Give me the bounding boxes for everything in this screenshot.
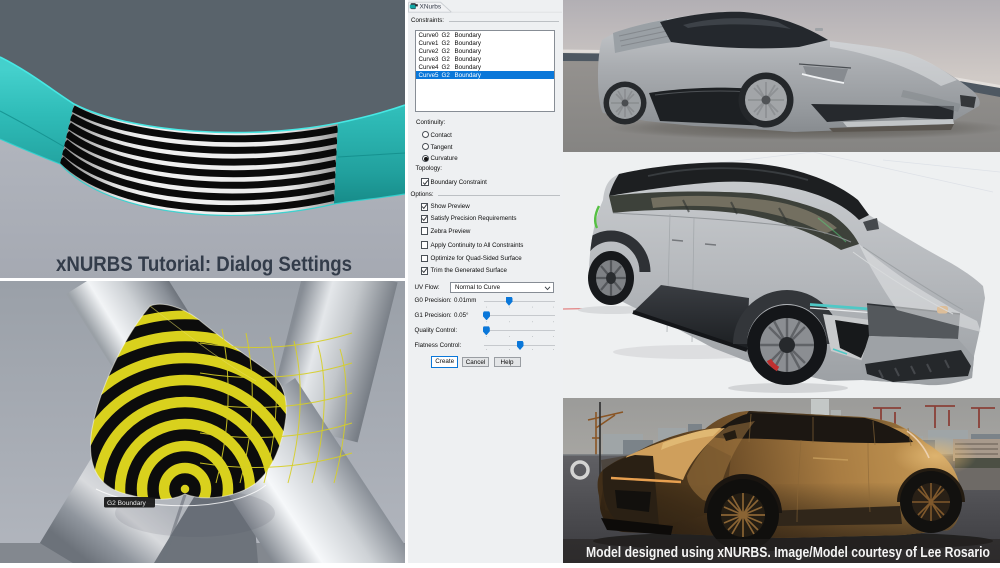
svg-text:Model designed using xNURBS. I: Model designed using xNURBS. Image/Model… (586, 545, 990, 561)
svg-text:G2 Boundary: G2 Boundary (107, 500, 147, 507)
svg-text:xNURBS Tutorial: Dialog Settin: xNURBS Tutorial: Dialog Settings (56, 252, 352, 276)
svg-text:XNurbs: XNurbs (420, 3, 442, 10)
